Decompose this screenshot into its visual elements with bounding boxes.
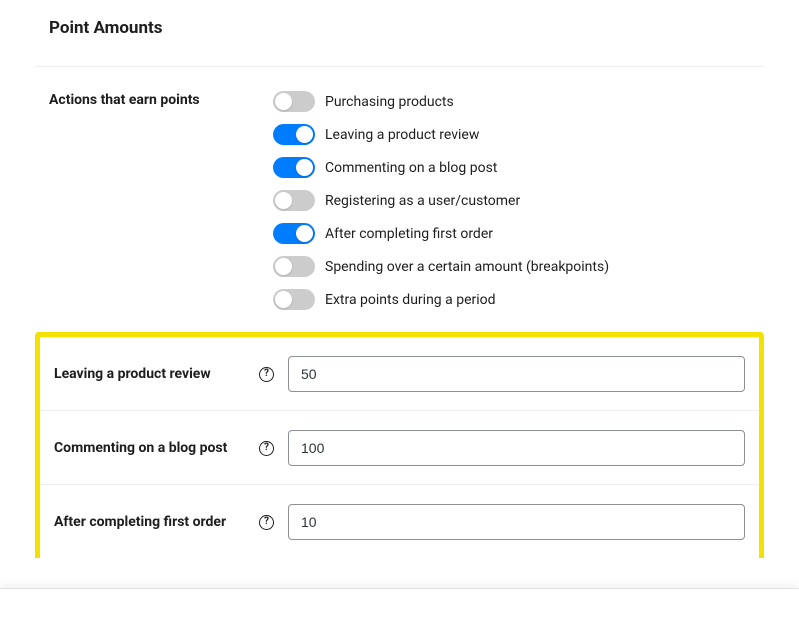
- toggle-row-registering: Registering as a user/customer: [273, 190, 750, 211]
- input-row-leaving-review: Leaving a product review ?: [40, 337, 759, 411]
- toggle-first-order[interactable]: [273, 223, 315, 244]
- toggle-row-purchasing-products: Purchasing products: [273, 91, 750, 112]
- input-row-first-order: After completing first order ?: [40, 485, 759, 558]
- toggle-label: Commenting on a blog post: [325, 160, 497, 176]
- help-icon[interactable]: ?: [259, 367, 274, 382]
- toggle-leaving-review[interactable]: [273, 124, 315, 145]
- toggle-knob: [296, 126, 313, 143]
- toggle-knob: [275, 291, 292, 308]
- input-label: After completing first order: [54, 514, 259, 530]
- toggle-label: Purchasing products: [325, 94, 454, 110]
- input-label: Commenting on a blog post: [54, 440, 259, 456]
- toggle-breakpoints[interactable]: [273, 256, 315, 277]
- toggle-label: Spending over a certain amount (breakpoi…: [325, 259, 609, 275]
- toggle-knob: [275, 258, 292, 275]
- help-icon[interactable]: ?: [259, 441, 274, 456]
- toggle-row-breakpoints: Spending over a certain amount (breakpoi…: [273, 256, 750, 277]
- actions-row: Actions that earn points Purchasing prod…: [35, 67, 764, 332]
- toggle-registering[interactable]: [273, 190, 315, 211]
- toggle-row-leaving-review: Leaving a product review: [273, 124, 750, 145]
- help-icon[interactable]: ?: [259, 515, 274, 530]
- actions-label: Actions that earn points: [49, 91, 273, 111]
- toggle-purchasing-products[interactable]: [273, 91, 315, 112]
- input-row-commenting-blog: Commenting on a blog post ?: [40, 411, 759, 485]
- toggle-knob: [296, 225, 313, 242]
- input-leaving-review[interactable]: [288, 356, 745, 392]
- bottom-bar: [0, 589, 799, 617]
- toggle-row-first-order: After completing first order: [273, 223, 750, 244]
- toggle-knob: [275, 192, 292, 209]
- toggle-row-extra-period: Extra points during a period: [273, 289, 750, 310]
- input-label: Leaving a product review: [54, 366, 259, 382]
- input-commenting-blog[interactable]: [288, 430, 745, 466]
- toggle-commenting-blog[interactable]: [273, 157, 315, 178]
- toggle-label: Registering as a user/customer: [325, 193, 520, 209]
- toggle-label: Extra points during a period: [325, 292, 496, 308]
- input-first-order[interactable]: [288, 504, 745, 540]
- toggle-row-commenting-blog: Commenting on a blog post: [273, 157, 750, 178]
- toggle-list: Purchasing products Leaving a product re…: [273, 91, 750, 310]
- section-title: Point Amounts: [35, 0, 764, 66]
- toggle-extra-period[interactable]: [273, 289, 315, 310]
- toggle-knob: [296, 159, 313, 176]
- highlight-box: Leaving a product review ? Commenting on…: [35, 332, 764, 558]
- point-amounts-panel: Point Amounts Actions that earn points P…: [35, 0, 764, 558]
- toggle-label: Leaving a product review: [325, 127, 479, 143]
- toggle-knob: [275, 93, 292, 110]
- toggle-label: After completing first order: [325, 226, 493, 242]
